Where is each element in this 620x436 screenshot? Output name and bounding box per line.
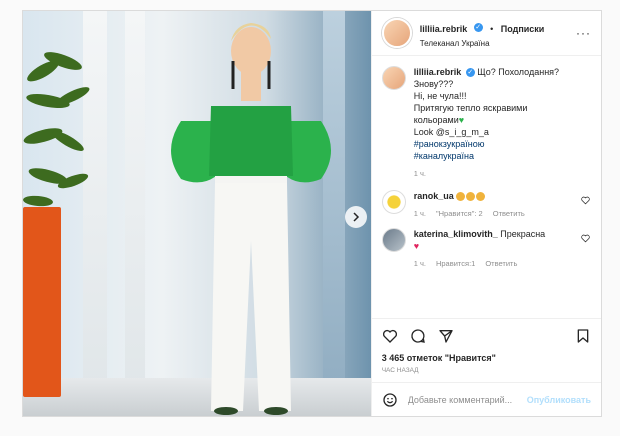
caption-text-line: Що? Похолодання? xyxy=(477,67,560,77)
comment-row: ranok_ua 1 ч. "Нравится": 2 Ответить xyxy=(381,190,591,220)
header-username[interactable]: lilliia.rebrik xyxy=(420,24,468,34)
emoji-icon xyxy=(456,191,486,202)
comment-icon[interactable] xyxy=(410,328,426,344)
like-comment-icon[interactable] xyxy=(581,228,591,270)
caption: lilliia.rebrik ✓ Що? Похолодання? Знову?… xyxy=(381,66,591,180)
instagram-post: lilliia.rebrik ✓ • Подписки Телеканал Ук… xyxy=(22,10,602,417)
comment-likes[interactable]: "Нравится": 2 xyxy=(436,208,483,220)
caption-text-line: Look @s_i_g_m_a xyxy=(413,127,489,137)
plant-illustration xyxy=(23,52,90,207)
emoji-picker-icon[interactable] xyxy=(382,392,398,408)
caption-time: 1 ч. xyxy=(413,169,426,178)
avatar[interactable] xyxy=(381,228,406,252)
caption-text-line: Притягую тепло яскравими xyxy=(413,103,528,113)
likes-count[interactable]: 3 465 отметок "Нравится" xyxy=(372,353,601,363)
comment-likes[interactable]: Нравится:1 xyxy=(436,258,475,270)
verified-icon: ✓ xyxy=(473,22,483,32)
hashtag-link[interactable]: #каналукраїна xyxy=(414,150,591,162)
share-icon[interactable] xyxy=(438,328,454,344)
separator-dot: • xyxy=(490,23,494,34)
comment-time: 1 ч. xyxy=(413,209,426,218)
like-comment-icon[interactable] xyxy=(581,190,591,220)
location-link[interactable]: Телеканал Україна xyxy=(420,39,545,48)
post-photo[interactable] xyxy=(23,11,371,416)
hashtag-link[interactable]: #ранокзукраїною xyxy=(414,138,591,150)
avatar[interactable] xyxy=(381,190,406,214)
flower-pot xyxy=(23,207,61,397)
caption-text-line: кольорами xyxy=(413,115,459,125)
next-photo-button[interactable] xyxy=(344,206,367,228)
comment-username[interactable]: ranok_ua xyxy=(414,191,454,201)
post-sidebar: lilliia.rebrik ✓ • Подписки Телеканал Ук… xyxy=(370,11,601,416)
action-bar xyxy=(371,318,601,353)
green-heart-icon: ♥ xyxy=(458,115,465,125)
post-time: час назад xyxy=(381,367,419,374)
comment-text: Прекрасна xyxy=(500,229,546,239)
comment-input[interactable] xyxy=(405,393,527,406)
comment-time: 1 ч. xyxy=(413,259,426,268)
post-comment-button[interactable]: Опубликовать xyxy=(527,395,591,405)
comments-list: lilliia.rebrik ✓ Що? Похолодання? Знову?… xyxy=(372,56,601,318)
woman-figure xyxy=(171,23,331,415)
reply-button[interactable]: Ответить xyxy=(485,258,517,270)
caption-text-line: Ні, не чула!!! xyxy=(413,91,467,101)
like-icon[interactable] xyxy=(382,328,398,344)
post-header: lilliia.rebrik ✓ • Подписки Телеканал Ук… xyxy=(371,11,601,56)
comment-row: katerina_klimovith_ Прекрасна ♥ 1 ч. Нра… xyxy=(381,228,591,270)
reply-button[interactable]: Ответить xyxy=(493,208,525,220)
avatar[interactable] xyxy=(381,66,406,90)
avatar[interactable] xyxy=(381,18,412,48)
verified-icon: ✓ xyxy=(465,68,475,78)
comment-username[interactable]: katerina_klimovith_ xyxy=(414,229,498,239)
caption-text-line: Знову??? xyxy=(413,79,454,89)
add-comment-bar: Опубликовать xyxy=(371,382,601,416)
follow-button[interactable]: Подписки xyxy=(501,24,545,34)
bookmark-icon[interactable] xyxy=(575,328,591,344)
caption-username[interactable]: lilliia.rebrik xyxy=(414,67,462,77)
red-heart-icon: ♥ xyxy=(413,241,420,251)
more-options-icon[interactable]: ··· xyxy=(576,26,591,40)
chevron-right-icon xyxy=(353,212,359,222)
